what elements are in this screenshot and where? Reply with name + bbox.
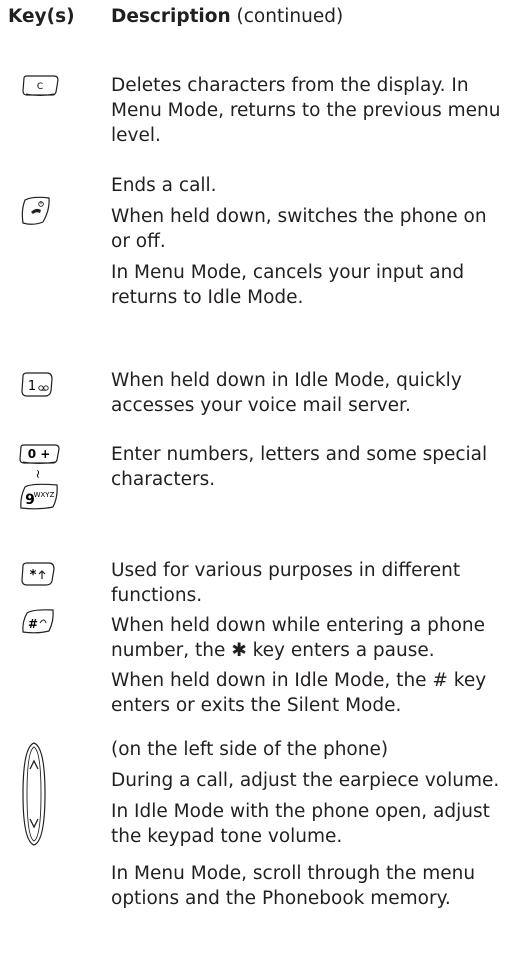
keys-column-header: Key(s) [8, 6, 75, 27]
desc-line: When held down in Idle Mode, quickly acc… [111, 370, 462, 416]
row-volume-description: (on the left side of the phone) During a… [111, 737, 511, 911]
end-power-key-icon [19, 196, 53, 228]
desc-line: Deletes characters from the display. In … [111, 75, 501, 146]
row-voicemail-description: When held down in Idle Mode, quickly acc… [111, 368, 511, 418]
row-star-hash-description: Used for various purposes in different f… [111, 558, 511, 718]
desc-line: When held down in Idle Mode, the # key e… [111, 670, 487, 716]
number-keys-0-to-9-icon: 0 + ~ 9 WXYZ [17, 443, 61, 511]
description-header-suffix: (continued) [230, 6, 344, 27]
row-clear-description: Deletes characters from the display. In … [111, 73, 511, 148]
voicemail-key-label: 1 [28, 379, 36, 394]
row-number-keys-description: Enter numbers, letters and some special … [111, 442, 511, 492]
description-column-header: Description (continued) [111, 6, 343, 27]
description-header-bold: Description [111, 6, 231, 27]
desc-line: During a call, adjust the earpiece volum… [111, 770, 500, 791]
keys-header-text: Key(s) [8, 6, 75, 27]
star-and-hash-keys-icon: * # [19, 561, 59, 635]
hash-key-label: # [28, 617, 38, 631]
row-end-description: Ends a call. When held down, switches th… [111, 173, 511, 310]
range-tilde: ~ [31, 469, 45, 479]
desc-line: When held down, switches the phone on or… [111, 206, 487, 252]
zero-key-label: 0 + [28, 447, 51, 461]
desc-line: (on the left side of the phone) [111, 739, 389, 760]
desc-line: In Menu Mode, cancels your input and ret… [111, 262, 465, 308]
desc-line: In Menu Mode, scroll through the menu op… [111, 863, 476, 909]
voicemail-1-key-icon: 1 [19, 371, 55, 399]
desc-line: When held down while entering a phone nu… [111, 615, 486, 661]
clear-key-label: C [37, 82, 43, 92]
star-key-label: * [30, 568, 37, 583]
desc-line: Ends a call. [111, 175, 217, 196]
volume-side-keys-icon [21, 741, 47, 847]
nine-key-letters: WXYZ [34, 491, 55, 499]
clear-key-icon: C [20, 74, 60, 98]
desc-line: Enter numbers, letters and some special … [111, 444, 488, 490]
desc-line: In Idle Mode with the phone open, adjust… [111, 801, 490, 847]
desc-line: Used for various purposes in different f… [111, 560, 461, 606]
